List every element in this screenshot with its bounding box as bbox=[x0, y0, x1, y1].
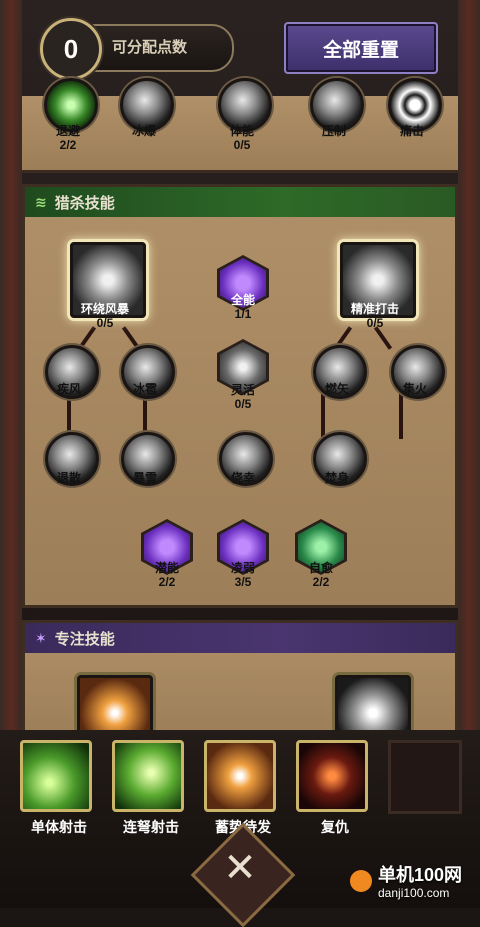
hunt-skills-header: ≋ 猎杀技能 bbox=[25, 187, 455, 217]
focus-skills-title: 专注技能 bbox=[54, 630, 115, 648]
hunt-skills-title: 猎杀技能 bbox=[54, 194, 115, 212]
skill-label-tongji: 痛击 bbox=[399, 124, 424, 138]
points-value: 0 bbox=[40, 18, 102, 80]
skill-slot-1[interactable]: 单体射击 bbox=[20, 740, 92, 835]
skill-label-tineng: 体能 0/5 bbox=[229, 124, 254, 152]
previous-tier-panel: 退避 2/2 冰爆 体能 0/5 压制 痛击 bbox=[22, 78, 458, 173]
watermark-logo bbox=[350, 870, 372, 892]
watermark: 单机100网 danji100.com bbox=[378, 866, 462, 902]
boot-icon: ≋ bbox=[35, 193, 47, 210]
skill-label-tuisan: 退散 bbox=[56, 471, 81, 485]
reset-all-button[interactable]: 全部重置 bbox=[284, 22, 438, 74]
star-icon: ✶ bbox=[35, 629, 47, 646]
watermark-url: danji100.com bbox=[378, 886, 450, 900]
skill-label-jingzhun: 精准打击 0/5 bbox=[350, 302, 399, 330]
hunt-skills-panel: ≋ 猎杀技能 环绕风暴 0/5 全能 1/1 精准打击 0/5 疾风 冰雹 灵活 0/5… bbox=[22, 184, 458, 608]
skill-label-bingbao: 冰雹 bbox=[132, 382, 157, 396]
skill-label-fenshen: 焚身 bbox=[324, 471, 349, 485]
skill-slot-label: 连弩射击 bbox=[123, 819, 179, 835]
skill-label-ziyu: 自愈 2/2 bbox=[308, 561, 333, 589]
skill-label-yazhi: 压制 bbox=[321, 124, 346, 138]
skill-label-bingbao-top: 冰爆 bbox=[131, 124, 156, 138]
skill-label-linghuo: 灵活 0/5 bbox=[230, 383, 255, 411]
skill-label-qianneng: 潜能 2/2 bbox=[154, 561, 179, 589]
skill-label-jiaoxing: 侥幸 bbox=[230, 471, 255, 485]
skill-label-tuibi: 退避 2/2 bbox=[55, 124, 80, 152]
skill-label-jihuo: 集火 bbox=[402, 382, 427, 396]
points-label: 可分配点数 bbox=[112, 39, 188, 56]
skill-label-baoxue: 暴雪 bbox=[132, 471, 157, 485]
skill-label-lingruo: 凌弱 3/5 bbox=[230, 561, 255, 589]
skill-slot-empty[interactable] bbox=[388, 740, 462, 814]
skill-slot-2[interactable]: 连弩射击 bbox=[112, 740, 184, 835]
focus-skills-panel: ✶ 专注技能 bbox=[22, 620, 458, 751]
crossed-swords-icon: ✕ bbox=[223, 846, 257, 890]
right-rail bbox=[458, 0, 480, 730]
skill-slot-4[interactable]: 复仇 bbox=[296, 740, 368, 835]
focus-skills-header: ✶ 专注技能 bbox=[25, 623, 455, 653]
skill-slot-label: 单体射击 bbox=[31, 819, 87, 835]
skill-label-huanrao: 环绕风暴 0/5 bbox=[80, 302, 129, 330]
skill-label-ranshi: 燃矢 bbox=[324, 382, 349, 396]
skill-label-jifeng: 疾风 bbox=[56, 382, 81, 396]
skill-label-quanneng: 全能 1/1 bbox=[230, 293, 255, 321]
skill-slot-label: 复仇 bbox=[321, 819, 349, 835]
skill-slot-3[interactable]: 蓄势待发 bbox=[204, 740, 276, 835]
left-rail bbox=[0, 0, 22, 730]
watermark-title: 单机100网 bbox=[378, 865, 463, 885]
